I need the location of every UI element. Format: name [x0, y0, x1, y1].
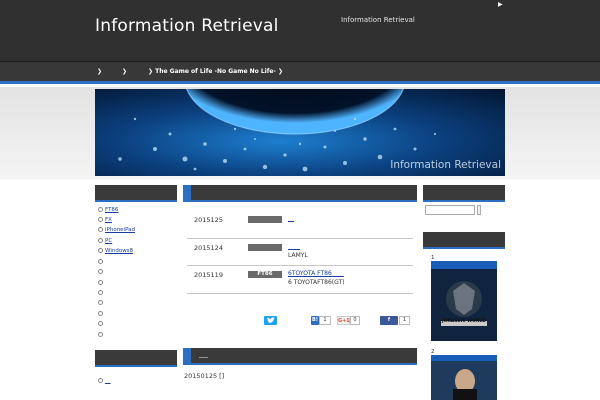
post-title-link[interactable]: 6TOYOTA FT86____	[288, 270, 344, 277]
post-item: 2015125 __	[187, 208, 413, 239]
main-heading-accent	[183, 185, 191, 202]
post-excerpt: LAMYL	[288, 252, 308, 259]
post-title-link[interactable]: __	[288, 215, 294, 222]
post-title-link[interactable]: ____	[288, 243, 300, 250]
twitter-share-button[interactable]	[264, 316, 277, 325]
category-link-fx[interactable]: FX	[98, 217, 112, 223]
post-category-tag[interactable]	[248, 244, 282, 251]
facebook-share-button[interactable]: f	[380, 316, 398, 325]
post-category-tag[interactable]: FT86	[248, 271, 282, 278]
jurassic-world-cover-image	[431, 261, 497, 341]
banner-caption: Information Retrieval	[390, 159, 501, 171]
post-excerpt: 6 TOYOTAFT86(GT)	[288, 279, 345, 286]
sidebar-lower-label: __	[105, 378, 111, 384]
facebook-share-count: 1	[399, 316, 410, 325]
post-date: 2015124	[194, 244, 223, 252]
bullet-icon	[98, 248, 103, 253]
bullet-icon	[98, 290, 103, 295]
nav-item[interactable]: ❯	[97, 68, 102, 75]
header-banner[interactable]: Information Retrieval	[95, 89, 505, 176]
bullet-icon	[98, 378, 103, 383]
bullet-icon	[98, 300, 103, 305]
bullet-icon	[98, 217, 103, 222]
category-label: FT86	[105, 207, 119, 213]
google-plus-button[interactable]: G+1	[337, 316, 350, 325]
sidebar-left-heading	[95, 185, 177, 202]
hatena-bookmark-count: 1	[319, 316, 331, 325]
category-label: Windows8	[105, 248, 134, 254]
bullet-icon	[98, 311, 103, 316]
category-link-pc[interactable]: PC	[98, 238, 112, 244]
bullet-icon	[98, 321, 103, 326]
search-input[interactable]	[425, 205, 475, 215]
main-heading	[183, 185, 417, 202]
post-date-text: 20150125 []	[184, 372, 225, 380]
bullet-icon	[98, 280, 103, 285]
sidebar-lower-link[interactable]: __	[98, 378, 111, 384]
bullet-icon	[98, 259, 103, 264]
hatena-bookmark-button[interactable]: B!	[311, 316, 319, 325]
main-lower-heading: ___	[183, 348, 417, 365]
main-lower-heading-text[interactable]: ___	[199, 351, 208, 358]
category-link-windows8[interactable]: Windows8	[98, 248, 133, 254]
google-plus-count: 0	[350, 316, 360, 325]
product-cover-jurassic-world[interactable]: JURASSIC WORLD	[431, 261, 497, 341]
post-date: 2015125	[194, 216, 223, 224]
corner-arrow-icon[interactable]: ▶	[498, 1, 503, 8]
bullet-icon	[98, 269, 103, 274]
ranking-heading	[423, 232, 505, 249]
nav-item[interactable]: ❯	[122, 68, 127, 75]
product-cover-image	[431, 355, 497, 400]
bullet-icon	[98, 207, 103, 212]
sidebar-right-heading	[423, 185, 505, 202]
bullet-icon	[98, 332, 103, 337]
site-header: Information Retrieval Information Retrie…	[0, 0, 600, 62]
main-lower-heading-accent	[183, 348, 191, 365]
search-button[interactable]	[477, 205, 481, 215]
site-description: Information Retrieval	[341, 16, 415, 24]
category-link-iphone-ipad[interactable]: iPhoneiPad	[98, 227, 135, 233]
category-label: PC	[105, 238, 113, 244]
post-date: 2015119	[194, 271, 223, 279]
nav-item[interactable]: ❯	[278, 68, 283, 75]
post-item: 2015124 ____ LAMYL	[187, 239, 413, 266]
category-label: iPhoneiPad	[105, 227, 136, 233]
post-category-tag[interactable]	[248, 216, 282, 223]
twitter-icon	[266, 317, 275, 324]
cover-title: JURASSIC WORLD	[442, 319, 486, 324]
nav-item-game-of-life[interactable]: ❯ The Game of Life -No Game No Life-	[148, 68, 276, 75]
bullet-icon	[98, 227, 103, 232]
main-nav: ❯ ❯ ❯ The Game of Life -No Game No Life-…	[0, 62, 600, 84]
category-link-ft86[interactable]: FT86	[98, 207, 118, 213]
sidebar-left-heading-2	[95, 350, 177, 367]
bullet-icon	[98, 238, 103, 243]
product-cover-2[interactable]	[431, 355, 497, 400]
post-item: 2015119 FT86 6TOYOTA FT86____ 6 TOYOTAFT…	[187, 266, 413, 294]
site-title[interactable]: Information Retrieval	[95, 16, 279, 36]
category-label: FX	[105, 217, 112, 223]
